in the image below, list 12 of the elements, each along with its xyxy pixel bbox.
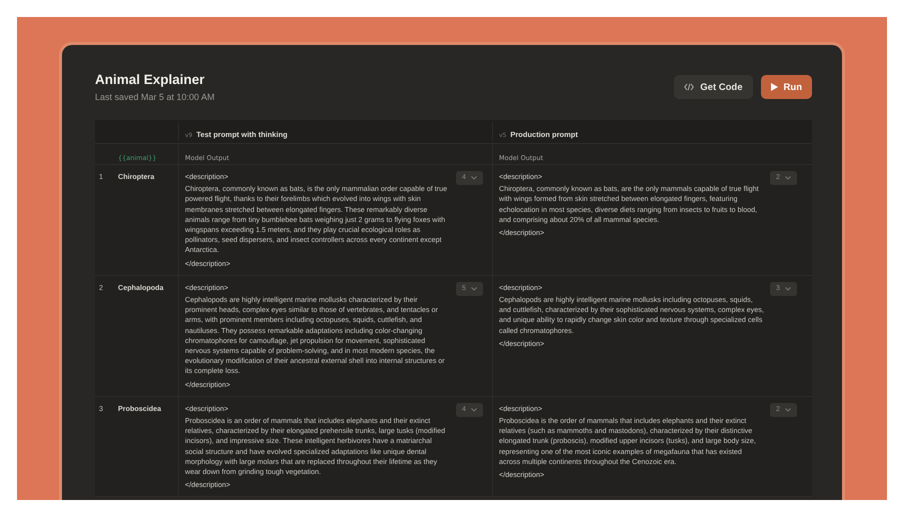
chevron-down-icon (784, 176, 791, 180)
window-title: Animal Explainer (95, 72, 206, 87)
code-icon (684, 83, 694, 91)
run-button[interactable]: Run (760, 75, 812, 99)
chevron-down-icon (470, 408, 477, 412)
chevron-down-icon (784, 408, 791, 412)
chevron-down-icon (784, 286, 791, 291)
last-saved-text: Last saved Mar 5 at 10:00 AM (95, 92, 215, 102)
get-code-button[interactable]: Get Code (674, 75, 753, 99)
chevron-down-icon (470, 176, 477, 180)
chevron-down-icon (470, 286, 477, 291)
play-icon (770, 83, 778, 91)
